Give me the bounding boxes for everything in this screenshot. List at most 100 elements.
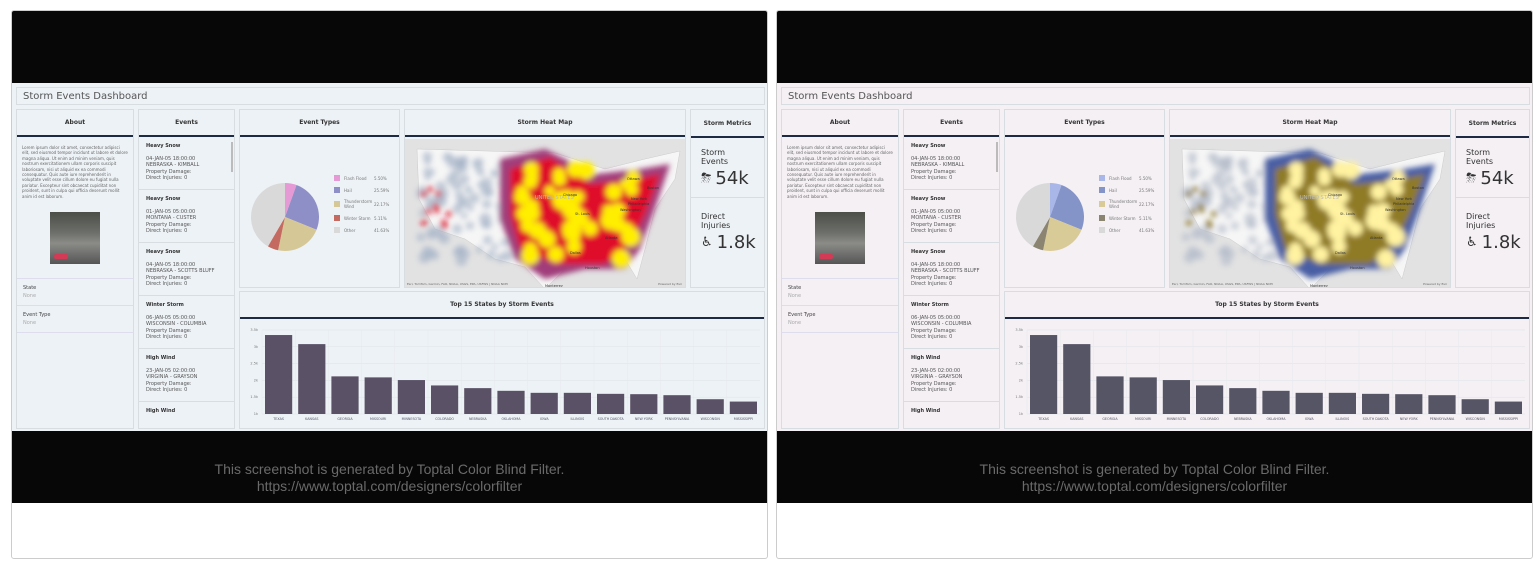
event-types-panel: Event Types Flash Flood 5.50% Hail 25.59% Th… xyxy=(1004,109,1165,288)
x-tick-label: SOUTH DAKOTA xyxy=(1363,417,1390,421)
legend-item[interactable]: Thunderstorm Wind 22.17% xyxy=(1099,196,1154,212)
bar-new-york[interactable] xyxy=(630,394,658,414)
event-list-item[interactable]: Heavy Snow 01-JAN-05 05:00:00 MONTANA - CU… xyxy=(904,190,999,243)
events-scrollbar[interactable] xyxy=(231,142,233,172)
state-selector[interactable]: State None xyxy=(782,278,898,305)
bar-oklahoma[interactable] xyxy=(497,390,525,414)
bar-kansas[interactable] xyxy=(1063,344,1091,414)
bar-nebraska[interactable] xyxy=(464,388,492,414)
legend-item[interactable]: Other 41.63% xyxy=(1099,224,1154,236)
legend-swatch xyxy=(1099,215,1105,221)
event-type-selector[interactable]: Event Type None xyxy=(17,305,133,334)
bar-illinois[interactable] xyxy=(563,392,591,414)
caption-line-1: This screenshot is generated by Toptal C… xyxy=(214,461,565,477)
event-list-item[interactable]: High Wind xyxy=(904,402,999,428)
event-list-item[interactable]: High Wind 23-JAN-05 02:00:00 VIRGINIA - GR… xyxy=(904,349,999,402)
bar-iowa[interactable] xyxy=(530,392,558,414)
map-label: St. Louis xyxy=(575,212,590,216)
legend-item[interactable]: Hail 25.59% xyxy=(1099,184,1154,196)
bar-pennsylvania[interactable] xyxy=(1428,395,1456,414)
legend-pct: 22.17% xyxy=(1139,201,1155,207)
state-selector[interactable]: State None xyxy=(17,278,133,305)
metrics-panel: Storm Metrics Storm Events ⛈ 54k Direct In… xyxy=(1455,109,1530,288)
x-tick-label: COLORADO xyxy=(1200,417,1219,421)
bar-south-dakota[interactable] xyxy=(597,393,625,414)
heat-map[interactable]: UNITED STATESChicagoSt. LouisNew YorkPhi… xyxy=(1170,139,1451,288)
event-type-selector[interactable]: Event Type None xyxy=(782,305,898,334)
event-list-item[interactable]: Winter Storm 06-JAN-05 05:00:00 WISCONSIN … xyxy=(904,296,999,349)
bar-minnesota[interactable] xyxy=(1162,380,1190,414)
bar-south-dakota[interactable] xyxy=(1362,393,1390,414)
about-text: Lorem ipsum dolor sit amet, consectetur … xyxy=(22,145,128,199)
map-label: New York xyxy=(631,197,648,201)
legend-item[interactable]: Flash Flood 5.50% xyxy=(1099,172,1154,184)
map-label: St. Louis xyxy=(1340,212,1355,216)
x-tick-label: NEW YORK xyxy=(1400,417,1419,421)
event-list-item[interactable]: High Wind xyxy=(139,402,234,428)
bar-colorado[interactable] xyxy=(431,385,459,414)
bar-missouri[interactable] xyxy=(1129,377,1157,414)
x-tick-label: TEXAS xyxy=(1037,417,1049,421)
event-type: Heavy Snow xyxy=(146,143,181,149)
event-list-item[interactable]: Heavy Snow 04-JAN-05 18:00:00 NEBRASKA - S… xyxy=(904,243,999,296)
bar-texas[interactable] xyxy=(1030,335,1058,414)
events-list[interactable]: Heavy Snow 04-JAN-05 18:00:00 NEBRASKA - K… xyxy=(139,137,234,428)
state-label: State xyxy=(788,285,802,292)
bar-minnesota[interactable] xyxy=(397,380,425,414)
bar-mississippi[interactable] xyxy=(729,401,757,414)
pie-legend: Flash Flood 5.50% Hail 25.59% Thunderstorm W… xyxy=(334,172,389,236)
legend-item[interactable]: Winter Storm 5.11% xyxy=(334,212,389,224)
legend-item[interactable]: Flash Flood 5.50% xyxy=(334,172,389,184)
bar-oklahoma[interactable] xyxy=(1262,390,1290,414)
bar-missouri[interactable] xyxy=(364,377,392,414)
bar-georgia[interactable] xyxy=(1096,376,1124,414)
bar-iowa[interactable] xyxy=(1295,392,1323,414)
legend-item[interactable]: Winter Storm 5.11% xyxy=(1099,212,1154,224)
event-injuries: Direct Injuries: 0 xyxy=(146,387,188,393)
bar-colorado[interactable] xyxy=(1196,385,1224,414)
caption-line-2: https://www.toptal.com/designers/colorfi… xyxy=(1021,478,1288,494)
pie-chart xyxy=(251,183,319,251)
event-injuries: Direct Injuries: 0 xyxy=(911,334,953,340)
legend-item[interactable]: Hail 25.59% xyxy=(334,184,389,196)
legend-label: Thunderstorm Wind xyxy=(1109,199,1138,209)
heat-map[interactable]: UNITED STATESChicagoSt. LouisNew YorkPhi… xyxy=(405,139,686,288)
bar-new-york[interactable] xyxy=(1395,394,1423,414)
bar-wisconsin[interactable] xyxy=(1461,399,1489,414)
bar-nebraska[interactable] xyxy=(1229,388,1257,414)
events-list[interactable]: Heavy Snow 04-JAN-05 18:00:00 NEBRASKA - K… xyxy=(904,137,999,428)
events-scrollbar[interactable] xyxy=(996,142,998,172)
storm-events-value: 54k xyxy=(1480,168,1514,189)
direct-injuries-metric: Direct Injuries ♿ 1.8k xyxy=(1456,198,1529,263)
bar-texas[interactable] xyxy=(265,335,293,414)
event-list-item[interactable]: High Wind 23-JAN-05 02:00:00 VIRGINIA - GR… xyxy=(139,349,234,402)
legend-swatch xyxy=(334,175,340,181)
event-list-item[interactable]: Heavy Snow 04-JAN-05 18:00:00 NEBRASKA - S… xyxy=(139,243,234,296)
bar-georgia[interactable] xyxy=(331,376,359,414)
map-label: Chicago xyxy=(563,193,577,197)
legend-swatch xyxy=(334,201,340,207)
event-list-item[interactable]: Heavy Snow 01-JAN-05 05:00:00 MONTANA - CU… xyxy=(139,190,234,243)
event-injuries: Direct Injuries: 0 xyxy=(911,228,953,234)
event-list-item[interactable]: Winter Storm 06-JAN-05 05:00:00 WISCONSIN … xyxy=(139,296,234,349)
events-panel: Events Heavy Snow 04-JAN-05 18:00:00 NEBRA… xyxy=(138,109,235,429)
bar-pennsylvania[interactable] xyxy=(663,395,691,414)
legend-item[interactable]: Thunderstorm Wind 22.17% xyxy=(334,196,389,212)
event-type: Heavy Snow xyxy=(146,249,181,255)
event-types-panel: Event Types Flash Flood 5.50% Hail 25.59% Th… xyxy=(239,109,400,288)
storm-cloud-icon: ⛈ xyxy=(1466,171,1477,186)
x-tick-label: SOUTH DAKOTA xyxy=(598,417,625,421)
event-injuries: Direct Injuries: 0 xyxy=(146,228,188,234)
event-list-item[interactable]: Heavy Snow 04-JAN-05 18:00:00 NEBRASKA - K… xyxy=(139,137,234,190)
event-list-item[interactable]: Heavy Snow 04-JAN-05 18:00:00 NEBRASKA - K… xyxy=(904,137,999,190)
map-label: Houston xyxy=(1350,266,1365,270)
bar-mississippi[interactable] xyxy=(1494,401,1522,414)
bar-illinois[interactable] xyxy=(1328,392,1356,414)
legend-item[interactable]: Other 41.63% xyxy=(334,224,389,236)
map-attribution: Esri, TomTom, Garmin, FAO, NOAA, USGS, E… xyxy=(407,282,508,286)
bar-kansas[interactable] xyxy=(298,344,326,414)
state-label: State xyxy=(23,285,37,292)
x-tick-label: GEORGIA xyxy=(337,417,353,421)
event-type: Heavy Snow xyxy=(911,143,946,149)
bar-wisconsin[interactable] xyxy=(696,399,724,414)
